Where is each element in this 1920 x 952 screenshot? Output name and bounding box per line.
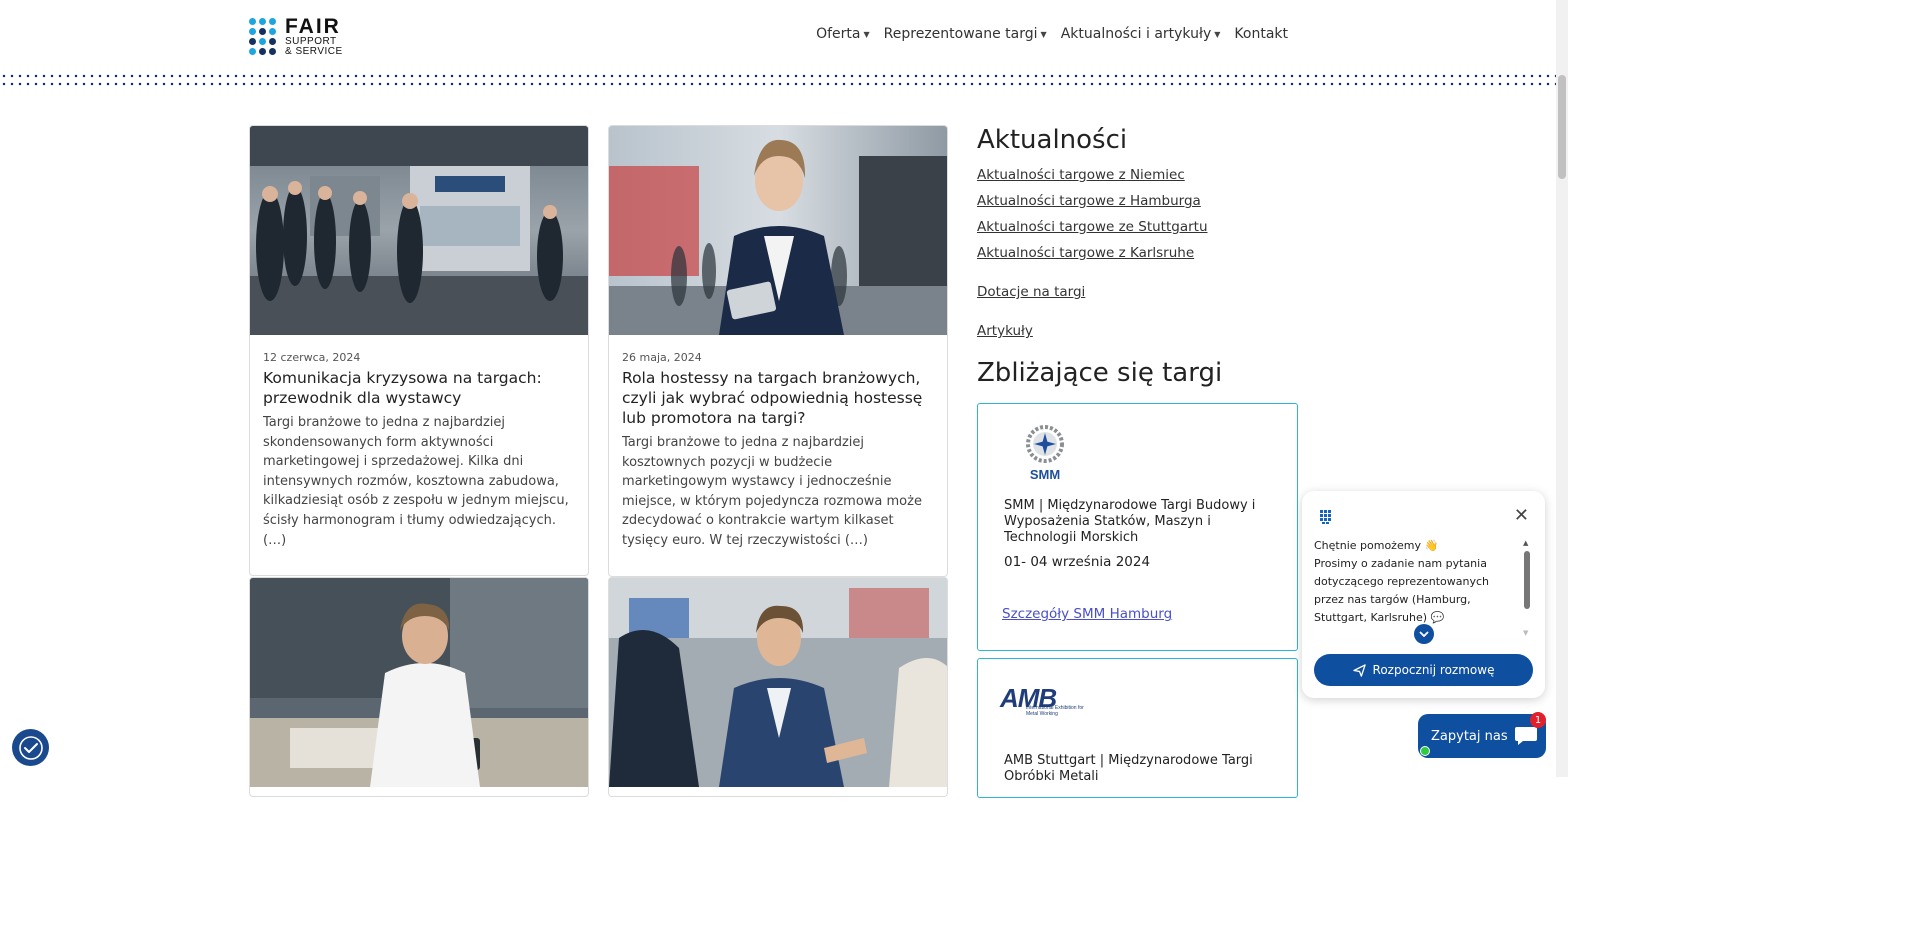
chat-popup: ✕ Chętnie pomożemy 👋 Prosimy o zadanie n… xyxy=(1302,491,1545,698)
trade-fair-booth-photo xyxy=(250,126,588,335)
chat-logo-icon xyxy=(1320,509,1332,528)
start-conversation-button[interactable]: Rozpocznij rozmowę xyxy=(1314,654,1533,686)
nav-kontakt[interactable]: Kontakt xyxy=(1234,26,1288,42)
notification-badge: 1 xyxy=(1530,712,1546,728)
accessibility-button[interactable] xyxy=(12,729,49,766)
article-date: 12 czerwca, 2024 xyxy=(263,351,361,364)
chevron-down-icon[interactable] xyxy=(1414,624,1434,644)
chevron-down-icon: ▼ xyxy=(1214,29,1221,39)
nav-label: Aktualności i artykuły xyxy=(1060,26,1212,42)
amb-logo[interactable]: AMB International Exhibition for Metal W… xyxy=(1000,685,1090,723)
nav-label: Oferta xyxy=(816,26,861,42)
article-title[interactable]: Rola hostessy na targach branżowych, czy… xyxy=(622,368,934,428)
start-conversation-label: Rozpocznij rozmowę xyxy=(1372,663,1495,677)
logo-word-fair: FAIR xyxy=(285,15,341,38)
nav-label: Reprezentowane targi xyxy=(883,26,1038,42)
sidebar-link-niemcy[interactable]: Aktualności targowe z Niemiec xyxy=(977,167,1185,183)
article-image[interactable] xyxy=(250,578,588,787)
chat-scrollbar[interactable]: ▲ ▼ xyxy=(1523,539,1531,639)
article-card[interactable]: 12 czerwca, 2024 Komunikacja kryzysowa n… xyxy=(249,125,589,577)
article-title[interactable]: Komunikacja kryzysowa na targach: przewo… xyxy=(263,368,575,408)
ask-us-button[interactable]: Zapytaj nas xyxy=(1418,714,1546,758)
page-scrollbar[interactable] xyxy=(1556,0,1568,777)
nav-reprezentowane-targi[interactable]: Reprezentowane targi ▼ xyxy=(884,26,1047,42)
nav-aktualnosci[interactable]: Aktualności i artykuły ▼ xyxy=(1061,26,1221,42)
amb-logo-subtitle: International Exhibition for Metal Worki… xyxy=(1026,705,1084,717)
dotted-divider xyxy=(0,72,1556,88)
logo-dots-icon xyxy=(249,18,276,55)
fair-card-amb: AMB International Exhibition for Metal W… xyxy=(977,658,1298,798)
article-card[interactable] xyxy=(608,577,948,797)
sidebar-link-karlsruhe[interactable]: Aktualności targowe z Karlsruhe xyxy=(977,245,1194,261)
accessibility-icon xyxy=(18,735,43,760)
chevron-down-icon: ▼ xyxy=(863,29,870,39)
article-excerpt: Targi branżowe to jedna z najbardziej sk… xyxy=(263,415,569,548)
fair-name: AMB Stuttgart | Międzynarodowe Targi Obr… xyxy=(1004,753,1253,784)
article-image[interactable] xyxy=(609,578,947,787)
sidebar-link-artykuly[interactable]: Artykuły xyxy=(977,323,1033,339)
scroll-down-icon[interactable]: ▼ xyxy=(1523,629,1528,637)
chat-bubble-icon xyxy=(1515,727,1537,745)
fair-name: SMM | Międzynarodowe Targi Budowy i Wypo… xyxy=(1004,498,1256,545)
site-logo[interactable]: FAIR SUPPORT & SERVICE xyxy=(249,16,343,57)
chat-body: Prosimy o zadanie nam pytania dotycząceg… xyxy=(1314,557,1489,624)
fair-details-link[interactable]: Szczegóły SMM Hamburg xyxy=(1002,606,1273,622)
nav-oferta[interactable]: Oferta ▼ xyxy=(816,26,870,42)
man-with-plans-photo xyxy=(250,578,588,787)
article-image[interactable] xyxy=(609,126,947,335)
main-nav: Oferta ▼ Reprezentowane targi ▼ Aktualnośc… xyxy=(816,26,1288,42)
smm-wheel-icon xyxy=(1026,425,1064,463)
nav-label: Kontakt xyxy=(1234,26,1288,42)
fair-card-smm: SMM SMM | Międzynarodowe Targi Budowy i … xyxy=(977,403,1298,651)
chat-scrollbar-thumb[interactable] xyxy=(1524,551,1530,609)
hostess-photo xyxy=(609,126,947,335)
chat-greeting: Chętnie pomożemy 👋 xyxy=(1314,539,1439,552)
page-scrollbar-thumb[interactable] xyxy=(1558,75,1566,179)
article-card[interactable]: 26 maja, 2024 Rola hostessy na targach b… xyxy=(608,125,948,577)
close-icon[interactable]: ✕ xyxy=(1514,505,1529,526)
logo-wordmark: FAIR SUPPORT & SERVICE xyxy=(285,16,343,57)
ask-us-label: Zapytaj nas xyxy=(1431,728,1508,744)
fair-date: 01- 04 września 2024 xyxy=(1004,554,1151,570)
logo-word-service: & SERVICE xyxy=(285,46,343,57)
smm-logo-text: SMM xyxy=(1029,467,1061,482)
chevron-down-icon: ▼ xyxy=(1040,29,1047,39)
sidebar-news-heading: Aktualności xyxy=(977,125,1128,155)
sidebar-link-hamburg[interactable]: Aktualności targowe z Hamburga xyxy=(977,193,1201,209)
article-date: 26 maja, 2024 xyxy=(622,351,702,364)
handshake-photo xyxy=(609,578,947,787)
upcoming-fairs-heading: Zbliżające się targi xyxy=(977,358,1223,388)
scroll-up-icon[interactable]: ▲ xyxy=(1523,539,1528,547)
site-header: FAIR SUPPORT & SERVICE Oferta ▼ Reprezent… xyxy=(0,0,1556,72)
article-excerpt: Targi branżowe to jedna z najbardziej ko… xyxy=(622,435,922,548)
article-image[interactable] xyxy=(250,126,588,335)
online-status-dot xyxy=(1420,746,1430,756)
article-card[interactable] xyxy=(249,577,589,797)
smm-logo[interactable]: SMM xyxy=(1022,424,1068,482)
chat-message: Chętnie pomożemy 👋 Prosimy o zadanie nam… xyxy=(1314,537,1514,627)
sidebar-link-stuttgart[interactable]: Aktualności targowe ze Stuttgartu xyxy=(977,219,1208,235)
send-icon xyxy=(1352,663,1366,677)
sidebar-link-dotacje[interactable]: Dotacje na targi xyxy=(977,284,1085,300)
